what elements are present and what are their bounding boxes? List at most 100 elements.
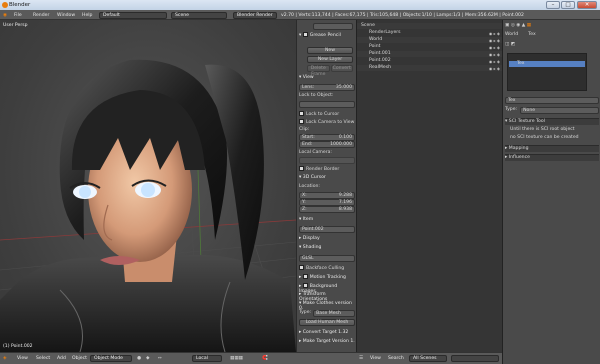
convert-target-header[interactable]: ▸ Convert Target 1.32 (299, 330, 355, 337)
render-tab-icon[interactable]: ▣ (505, 23, 509, 28)
grease-pencil-checkbox[interactable] (302, 32, 308, 37)
outliner-row[interactable]: Point.002 ◉ ▸ ◈ (357, 58, 503, 64)
grease-pencil-header[interactable]: ▾ Grease Pencil (299, 32, 355, 39)
pivot-icon[interactable]: ◆ (146, 356, 150, 361)
make-target-header[interactable]: ▸ Make Target Version 1. (299, 339, 355, 346)
editor-type-icon[interactable]: ◉ (3, 13, 7, 18)
cursor-z-field[interactable]: Z: 8.938 (299, 206, 355, 213)
menu-window[interactable]: Window (57, 13, 75, 18)
mapping-header[interactable]: ▸ Mapping (505, 145, 599, 152)
outliner-menu-search[interactable]: Search (388, 356, 404, 361)
object-tab-icon[interactable]: ▲ (522, 23, 526, 28)
item-panel-header[interactable]: ▾ Item (299, 217, 355, 224)
outliner-row[interactable]: World ◉ ▸ ◈ (357, 37, 503, 43)
layers-icon[interactable]: ▦▦▦ (230, 356, 243, 361)
lens-field[interactable]: Lens: 35.000 (299, 84, 355, 91)
item-name-field[interactable]: Point.002 (299, 226, 355, 233)
mode-select[interactable]: Object Mode (90, 355, 132, 362)
viewport-menu-view[interactable]: View (17, 356, 28, 361)
new-button[interactable]: New (307, 47, 353, 54)
texture-slot[interactable] (509, 85, 585, 91)
lock-to-cursor-row[interactable]: Lock to Cursor (299, 111, 355, 118)
backface-culling-checkbox[interactable] (299, 265, 304, 270)
shading-mode-select[interactable]: GLSL (299, 255, 355, 262)
outliner-editor-icon[interactable]: ☰ (359, 356, 363, 361)
texture-type-select[interactable]: None (520, 107, 599, 114)
outliner-row[interactable]: Scene (357, 23, 503, 29)
visibility-icon[interactable]: ◉ ▸ ◈ (489, 66, 500, 72)
sci-texture-header[interactable]: ▾ SCI Texture Tool (505, 118, 599, 125)
cursor-x-field[interactable]: X: 9.288 (299, 192, 355, 199)
viewport-editor-icon[interactable]: ◈ (3, 356, 7, 361)
view-panel-header[interactable]: ▾ View (299, 75, 355, 82)
clip-start-field[interactable]: Start: 0.100 (299, 134, 355, 141)
outliner-row[interactable]: RealMesh ◉ ▸ ◈ (357, 65, 503, 71)
load-human-button[interactable]: Load Human Mesh (299, 319, 355, 326)
texture-name-field[interactable]: Tex (505, 97, 599, 104)
outliner-row[interactable]: Point ◉ ▸ ◈ (357, 44, 503, 50)
render-engine-select[interactable]: Blender Render (233, 11, 277, 19)
make-clothes-header[interactable]: ▾ Make Clothes version 0. (299, 301, 355, 311)
view-name-field[interactable] (313, 23, 353, 30)
brush-texture-icon[interactable]: ◩ (511, 42, 515, 47)
orientation-select[interactable]: Local (192, 355, 222, 362)
viewport-menu-add[interactable]: Add (57, 356, 66, 361)
viewport-menu-object[interactable]: Object (72, 356, 87, 361)
texture-tab-icon[interactable]: ▦ (527, 23, 531, 28)
type-select[interactable]: Base Mesh (313, 310, 355, 317)
outliner-search-field[interactable] (451, 355, 499, 362)
outliner-row-label: Point.002 (369, 58, 391, 63)
render-border-checkbox[interactable] (299, 166, 304, 171)
shading-panel-header[interactable]: ▾ Shading (299, 245, 355, 252)
grease-actions: Delete Frame Convert (307, 65, 353, 77)
type-row: Type: Base Mesh (299, 310, 355, 317)
properties-breadcrumb: World Tex (505, 32, 599, 39)
window-title: Blender (9, 2, 31, 8)
outliner-row[interactable]: RenderLayers ◉ ▸ ◈ (357, 30, 503, 36)
delete-frame-button[interactable]: Delete Frame (307, 65, 330, 77)
lock-camera-row[interactable]: Lock Camera to View (299, 119, 355, 126)
menu-help[interactable]: Help (82, 13, 92, 18)
cursor-y-field[interactable]: Y: 7.196 (299, 199, 355, 206)
convert-button[interactable]: Convert (330, 65, 353, 72)
outliner-display-select[interactable]: All Scenes (409, 355, 447, 362)
menu-render[interactable]: Render (33, 13, 49, 18)
cursor-y-value: 7.196 (338, 200, 352, 205)
scene-tab-icon[interactable]: ◎ (511, 23, 515, 28)
lock-object-field[interactable] (299, 101, 355, 108)
menu-file[interactable]: File (14, 13, 22, 18)
world-tab-icon[interactable]: ◉ (516, 23, 520, 28)
manipulator-icon[interactable]: ↔ (158, 356, 162, 361)
maximize-button[interactable]: □ (561, 1, 575, 9)
minimize-button[interactable]: – (546, 1, 560, 9)
close-button[interactable]: ✕ (577, 1, 597, 9)
3d-viewport[interactable]: User Persp (1) Point.002 (0, 20, 296, 352)
lock-to-object-label: Lock to Object: (299, 93, 334, 98)
viewport-menu-select[interactable]: Select (36, 356, 50, 361)
clip-end-field[interactable]: End: 1000.000 (299, 141, 355, 148)
cursor-panel-label: 3D Cursor (302, 175, 326, 180)
backface-culling-row[interactable]: Backface Culling (299, 265, 355, 272)
display-panel-header[interactable]: ▸ Display (299, 236, 355, 243)
background-images-checkbox[interactable] (302, 283, 308, 288)
transform-orientations-header[interactable]: ▸ Transform Orientations (299, 292, 355, 302)
lock-to-cursor-checkbox[interactable] (299, 111, 304, 116)
cursor-panel-header[interactable]: ▾ 3D Cursor (299, 175, 355, 182)
scene-select[interactable]: Scene (171, 11, 227, 19)
outliner-menu-view[interactable]: View (370, 356, 381, 361)
motion-tracking-header[interactable]: ▸ Motion Tracking (299, 274, 355, 281)
texture-slot-list[interactable]: Tex (507, 53, 587, 91)
snap-icon[interactable]: 🧲 (262, 356, 268, 361)
shading-icon[interactable]: ● (137, 356, 141, 361)
world-texture-icon[interactable]: ◫ (505, 42, 509, 47)
influence-header[interactable]: ▸ Influence (505, 154, 599, 161)
background-images-header[interactable]: ▸ Background Images (299, 283, 355, 294)
screen-layout-select[interactable]: Default (99, 11, 167, 19)
motion-tracking-checkbox[interactable] (302, 274, 308, 279)
lock-camera-checkbox[interactable] (299, 119, 304, 124)
local-camera-field[interactable] (299, 157, 355, 164)
window-titlebar: Blender – □ ✕ (0, 0, 600, 10)
new-layer-button[interactable]: New Layer (307, 56, 353, 63)
outliner-row[interactable]: Point.001 ◉ ▸ ◈ (357, 51, 503, 57)
render-border-row[interactable]: Render Border (299, 166, 355, 173)
